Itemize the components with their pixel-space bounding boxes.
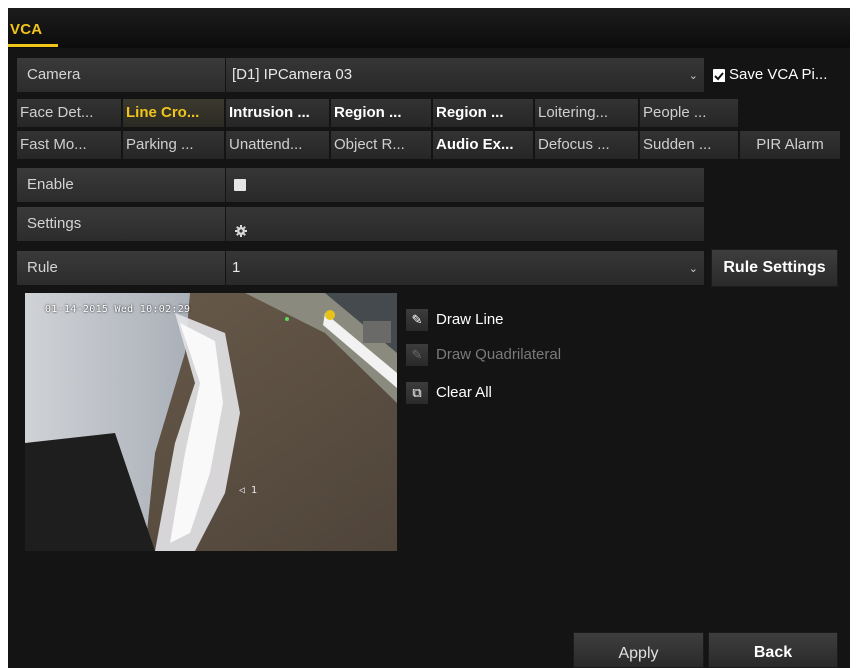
save-vca-picture-checkbox[interactable] <box>713 69 725 82</box>
title-bar: VCA <box>8 8 850 48</box>
rule-select[interactable]: 1 ⌄ <box>226 251 704 285</box>
tab-pir-alarm[interactable]: PIR Alarm <box>740 131 840 159</box>
rule-select-value: 1 <box>232 259 241 276</box>
camera-preview[interactable]: 01-14-2015 Wed 10:02:29 ◁ 1 <box>25 293 397 551</box>
enable-checkbox[interactable] <box>234 179 246 191</box>
window-title: VCA <box>10 21 43 38</box>
clear-icon: ⧉ <box>406 382 428 404</box>
vca-window: VCA Camera [D1] IPCamera 03 ⌄ Save VCA P… <box>8 8 850 668</box>
draw-quadrilateral-label: Draw Quadrilateral <box>436 346 562 363</box>
clear-all-label: Clear All <box>436 384 492 401</box>
tab-fast-moving[interactable]: Fast Mo... <box>17 131 121 159</box>
tab-line-crossing[interactable]: Line Cro... <box>123 99 224 127</box>
enable-field <box>226 168 704 202</box>
settings-field <box>226 207 704 241</box>
tab-loitering[interactable]: Loitering... <box>535 99 638 127</box>
pencil-icon: ✎ <box>406 309 428 331</box>
tab-intrusion[interactable]: Intrusion ... <box>226 99 329 127</box>
tab-defocus[interactable]: Defocus ... <box>535 131 638 159</box>
chevron-down-icon: ⌄ <box>688 263 698 275</box>
edit-box-icon: ✎ <box>406 344 428 366</box>
tab-people-gathering[interactable]: People ... <box>640 99 738 127</box>
tab-sudden-scene-change[interactable]: Sudden ... <box>640 131 738 159</box>
tab-region-entrance[interactable]: Region ... <box>331 99 431 127</box>
tab-object-removal[interactable]: Object R... <box>331 131 431 159</box>
camera-select[interactable]: [D1] IPCamera 03 ⌄ <box>226 58 704 92</box>
preview-timestamp: 01-14-2015 Wed 10:02:29 <box>45 304 191 315</box>
camera-select-value: [D1] IPCamera 03 <box>232 66 353 83</box>
line-marker-number: 1 <box>251 485 258 496</box>
tab-audio-exception[interactable]: Audio Ex... <box>433 131 533 159</box>
save-vca-picture-label: Save VCA Pi... <box>729 66 828 83</box>
tab-unattended-baggage[interactable]: Unattend... <box>226 131 329 159</box>
camera-label: Camera <box>17 58 225 92</box>
back-button[interactable]: Back <box>708 632 838 668</box>
gear-icon[interactable] <box>234 217 248 237</box>
tab-face-detection[interactable]: Face Det... <box>17 99 121 127</box>
line-marker-label: ◁ 1 <box>239 485 258 496</box>
tab-region-exiting[interactable]: Region ... <box>433 99 533 127</box>
rule-settings-button[interactable]: Rule Settings <box>711 249 838 287</box>
settings-label: Settings <box>17 207 225 241</box>
title-underline <box>8 44 58 47</box>
chevron-down-icon: ⌄ <box>688 70 698 82</box>
tab-parking[interactable]: Parking ... <box>123 131 224 159</box>
draw-line-label: Draw Line <box>436 311 504 328</box>
save-vca-picture-option[interactable]: Save VCA Pi... <box>713 58 850 92</box>
rule-label: Rule <box>17 251 225 285</box>
apply-button[interactable]: Apply <box>573 632 704 668</box>
enable-label: Enable <box>17 168 225 202</box>
preview-scene <box>25 293 397 551</box>
screen: VCA Camera [D1] IPCamera 03 ⌄ Save VCA P… <box>0 0 856 668</box>
checkmark-icon <box>713 70 725 82</box>
